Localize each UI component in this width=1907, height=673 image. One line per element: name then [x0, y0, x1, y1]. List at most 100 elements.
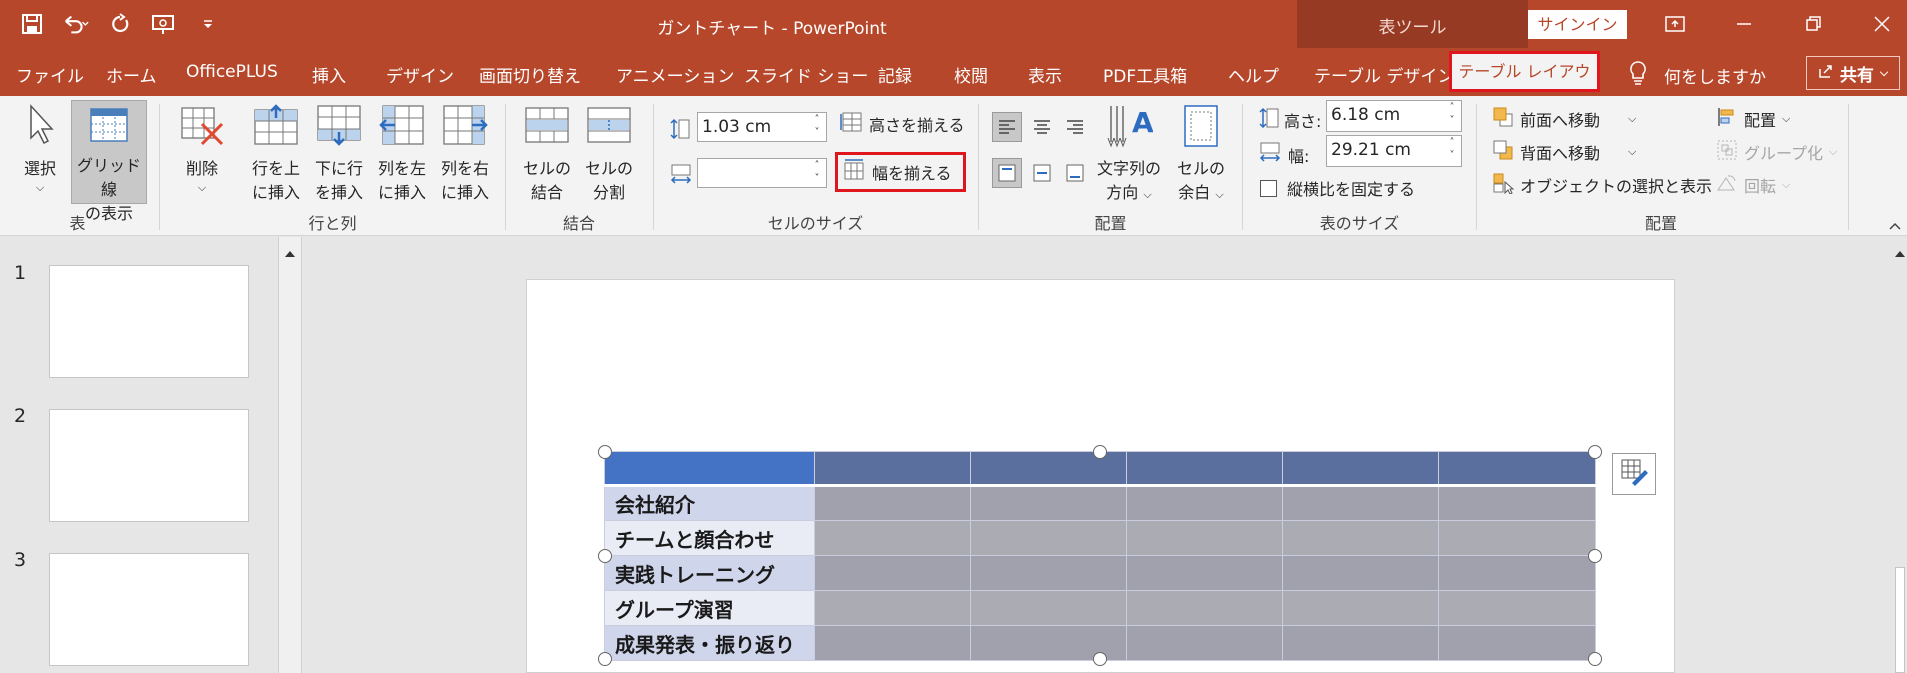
- ribbon-display-options-icon[interactable]: [1655, 8, 1695, 40]
- cell-width-input[interactable]: ˄ ˅: [697, 158, 827, 188]
- table-cell[interactable]: [1282, 625, 1439, 661]
- delete-button[interactable]: 削除 ⌵: [172, 104, 232, 195]
- table-width-input[interactable]: 29.21 cm ˄ ˅: [1326, 135, 1462, 167]
- scroll-up-icon[interactable]: [284, 244, 296, 263]
- table-row[interactable]: 実践トレーニング: [604, 555, 1596, 591]
- rotate-button[interactable]: 回転 ⌵: [1716, 172, 1790, 198]
- table-cell[interactable]: [604, 451, 815, 487]
- select-button[interactable]: 選択 ⌵: [14, 104, 66, 195]
- align-left-icon[interactable]: [992, 112, 1022, 142]
- table-cell[interactable]: [1438, 485, 1596, 521]
- table-cell[interactable]: [1126, 485, 1283, 521]
- resize-handle[interactable]: [1588, 445, 1602, 459]
- resize-handle[interactable]: [1093, 652, 1107, 666]
- table-cell[interactable]: [1126, 625, 1283, 661]
- task-label-cell[interactable]: グループ演習: [604, 590, 815, 626]
- gantt-table[interactable]: 会社紹介 チームと顔合わせ 実践トレーニング グループ演習 成果発表・振り返り: [604, 451, 1596, 661]
- tab-design[interactable]: デザイン: [386, 62, 454, 87]
- table-cell[interactable]: [1438, 625, 1596, 661]
- resize-handle[interactable]: [598, 652, 612, 666]
- tell-me-search[interactable]: 何をしますか: [1628, 60, 1766, 90]
- table-cell[interactable]: [814, 625, 971, 661]
- table-cell[interactable]: [1438, 451, 1596, 487]
- table-height-input[interactable]: 6.18 cm ˄ ˅: [1326, 100, 1462, 132]
- signin-button[interactable]: サインイン: [1528, 10, 1627, 39]
- align-center-icon[interactable]: [1027, 112, 1057, 142]
- tab-review[interactable]: 校閲: [954, 62, 988, 87]
- cell-height-input[interactable]: 1.03 cm ˄ ˅: [697, 112, 827, 142]
- table-cell[interactable]: [970, 555, 1127, 591]
- resize-handle[interactable]: [1588, 652, 1602, 666]
- tab-pdf-toolbox[interactable]: PDF工具箱: [1103, 62, 1187, 87]
- task-label-cell[interactable]: 実践トレーニング: [604, 555, 815, 591]
- distribute-rows-button[interactable]: 高さを揃える: [839, 110, 965, 138]
- task-label-cell[interactable]: 会社紹介: [604, 485, 815, 521]
- tab-help[interactable]: ヘルプ: [1228, 62, 1279, 87]
- table-cell[interactable]: [814, 451, 971, 487]
- insert-right-button[interactable]: 列を右 に挿入: [436, 104, 494, 205]
- spinner-arrows-icon[interactable]: ˄ ˅: [1443, 101, 1461, 129]
- resize-handle[interactable]: [598, 445, 612, 459]
- table-cell[interactable]: [1282, 520, 1439, 556]
- distribute-columns-button[interactable]: 幅を揃える: [835, 152, 966, 192]
- layout-options-button[interactable]: [1612, 453, 1656, 495]
- tab-view[interactable]: 表示: [1028, 62, 1062, 87]
- align-right-icon[interactable]: [1060, 112, 1090, 142]
- tab-table-layout[interactable]: テーブル レイアウト: [1449, 51, 1600, 116]
- tab-transitions[interactable]: 画面切り替え: [479, 62, 581, 87]
- slide-thumbnail[interactable]: [49, 265, 249, 378]
- resize-handle[interactable]: [1588, 549, 1602, 563]
- merge-cells-button[interactable]: セルの 結合: [518, 104, 576, 205]
- table-cell[interactable]: [1282, 555, 1439, 591]
- table-cell[interactable]: [1438, 520, 1596, 556]
- thumbnail-scrollbar[interactable]: [278, 237, 302, 673]
- tab-insert[interactable]: 挿入: [312, 62, 346, 87]
- align-objects-button[interactable]: 配置 ⌵: [1716, 106, 1790, 132]
- table-grid[interactable]: 会社紹介 チームと顔合わせ 実践トレーニング グループ演習 成果発表・振り返り: [604, 451, 1596, 661]
- tab-table-design[interactable]: テーブル デザイン: [1314, 62, 1454, 87]
- lock-aspect-ratio[interactable]: 縦横比を固定する: [1260, 176, 1415, 200]
- task-label-cell[interactable]: チームと顔合わせ: [604, 520, 815, 556]
- table-cell[interactable]: [814, 485, 971, 521]
- table-cell[interactable]: [814, 555, 971, 591]
- table-row[interactable]: チームと顔合わせ: [604, 520, 1596, 556]
- bring-forward-button[interactable]: 前面へ移動 ⌵: [1492, 106, 1636, 132]
- slide-thumbnail[interactable]: [49, 409, 249, 522]
- text-direction-button[interactable]: A 文字列の 方向 ⌵: [1094, 102, 1164, 207]
- table-cell[interactable]: [970, 520, 1127, 556]
- tab-officeplus[interactable]: OfficePLUS: [186, 62, 278, 82]
- split-cells-button[interactable]: セルの 分割: [580, 104, 638, 205]
- table-cell[interactable]: [970, 590, 1127, 626]
- tab-slideshow[interactable]: スライド ショー: [744, 62, 868, 87]
- insert-below-button[interactable]: 下に行 を挿入: [310, 104, 368, 205]
- tab-home[interactable]: ホーム: [106, 62, 157, 87]
- minimize-icon[interactable]: [1724, 8, 1764, 40]
- table-cell[interactable]: [1282, 451, 1439, 487]
- lock-aspect-checkbox[interactable]: [1260, 179, 1277, 197]
- restore-icon[interactable]: [1793, 8, 1833, 40]
- selection-pane-button[interactable]: オブジェクトの選択と表示: [1492, 172, 1712, 198]
- insert-above-button[interactable]: 行を上 に挿入: [247, 104, 305, 205]
- send-backward-button[interactable]: 背面へ移動 ⌵: [1492, 139, 1636, 165]
- table-cell[interactable]: [1126, 451, 1283, 487]
- task-label-cell[interactable]: 成果発表・振り返り: [604, 625, 815, 661]
- tab-animations[interactable]: アニメーション: [616, 62, 734, 87]
- align-bottom-icon[interactable]: [1060, 158, 1090, 188]
- insert-left-button[interactable]: 列を左 に挿入: [373, 104, 431, 205]
- spinner-arrows-icon[interactable]: ˄ ˅: [808, 159, 826, 187]
- table-cell[interactable]: [1126, 520, 1283, 556]
- spinner-arrows-icon[interactable]: ˄ ˅: [1443, 136, 1461, 164]
- align-middle-icon[interactable]: [1027, 158, 1057, 188]
- cell-margins-button[interactable]: セルの 余白 ⌵: [1166, 102, 1236, 207]
- table-cell[interactable]: [1126, 555, 1283, 591]
- table-cell[interactable]: [1126, 590, 1283, 626]
- table-cell[interactable]: [970, 485, 1127, 521]
- view-gridlines-button[interactable]: グリッド線 の表示: [71, 100, 147, 223]
- table-cell[interactable]: [1282, 485, 1439, 521]
- table-row[interactable]: グループ演習: [604, 590, 1596, 626]
- tab-file[interactable]: ファイル: [16, 62, 84, 87]
- table-cell[interactable]: [1438, 590, 1596, 626]
- tab-record[interactable]: 記録: [878, 62, 912, 87]
- close-icon[interactable]: [1862, 8, 1902, 40]
- table-cell[interactable]: [814, 590, 971, 626]
